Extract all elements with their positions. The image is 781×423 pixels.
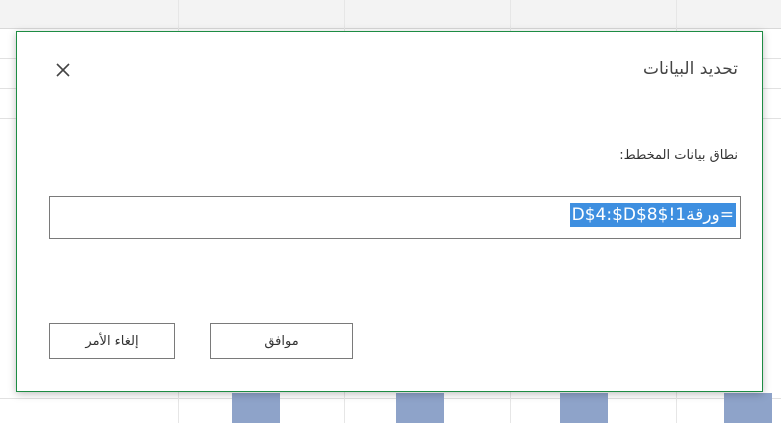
spreadsheet-background: تحديد البيانات نطاق بيانات المخطط: =ورقة… — [0, 0, 781, 423]
dialog-title: تحديد البيانات — [643, 59, 738, 79]
spreadsheet-header-strip — [0, 0, 781, 29]
select-data-dialog: تحديد البيانات نطاق بيانات المخطط: =ورقة… — [16, 31, 763, 392]
chart-bar — [396, 393, 444, 423]
cancel-button[interactable]: إلغاء الأمر — [49, 323, 175, 359]
chart-data-range-label: نطاق بيانات المخطط: — [619, 148, 738, 163]
grid-row-line — [0, 398, 781, 399]
chart-data-range-value[interactable]: =ورقة1!$D$4:$D$8 — [569, 203, 736, 227]
chart-data-range-input[interactable]: =ورقة1!$D$4:$D$8 — [49, 196, 741, 239]
ok-button[interactable]: موافق — [210, 323, 353, 359]
chart-bar — [232, 393, 280, 423]
close-icon-glyph — [56, 63, 70, 77]
close-icon[interactable] — [53, 60, 73, 80]
chart-bar — [560, 393, 608, 423]
chart-bar — [724, 393, 772, 423]
